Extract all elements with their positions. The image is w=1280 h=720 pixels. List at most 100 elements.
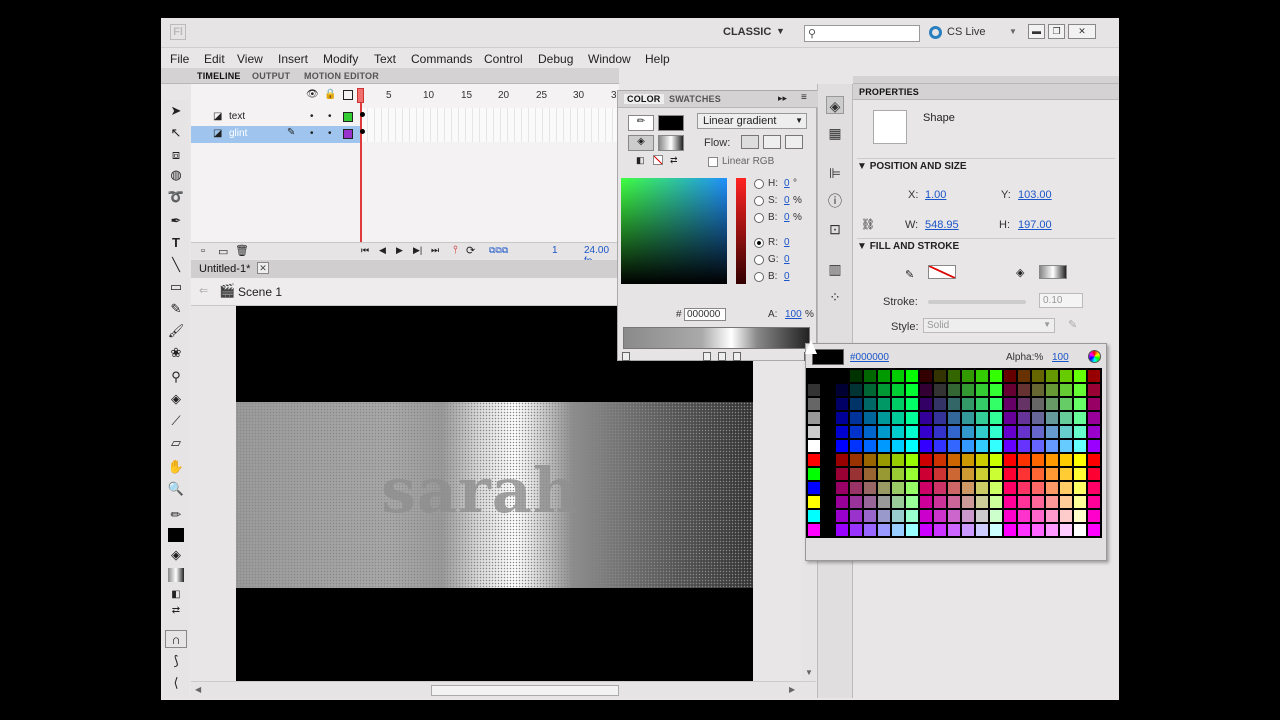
menu-insert[interactable]: Insert [278,52,308,66]
swatch-cell[interactable] [975,453,989,467]
swatch-cell[interactable] [849,411,863,425]
swatch-cell[interactable] [1045,495,1059,509]
swatch-cell[interactable] [821,495,835,509]
swatch-cell[interactable] [1017,523,1031,537]
swatch-cell[interactable] [863,439,877,453]
menu-window[interactable]: Window [588,52,631,66]
alpha-field[interactable]: 100 [785,309,802,320]
swatch-cell[interactable] [905,383,919,397]
swatch-cell[interactable] [975,411,989,425]
swatch-cell[interactable] [1031,523,1045,537]
panel-menu-icon[interactable]: ≡ [801,92,807,103]
stage[interactable]: sarah [236,306,753,681]
swatch-cell[interactable] [835,411,849,425]
swatch-cell[interactable] [807,439,821,453]
gradient-stop[interactable] [718,352,726,361]
keyframe[interactable] [360,129,365,134]
swatch-cell[interactable] [933,453,947,467]
swatch-cell[interactable] [905,453,919,467]
swatch-cell[interactable] [961,467,975,481]
flow-extend-button[interactable] [741,135,759,149]
swatch-cell[interactable] [1003,383,1017,397]
swatch-cell[interactable] [947,495,961,509]
swatch-cell[interactable] [891,397,905,411]
free-transform-tool-icon[interactable]: ⧈ [165,146,187,164]
no-color-icon[interactable] [653,155,663,165]
swatch-cell[interactable] [1031,453,1045,467]
swatch-cell[interactable] [1017,481,1031,495]
swatch-cell[interactable] [961,523,975,537]
swatch-cell[interactable] [835,495,849,509]
swatch-cell[interactable] [1059,411,1073,425]
swatch-cell[interactable] [961,411,975,425]
swatch-cell[interactable] [1003,369,1017,383]
transform-panel-icon[interactable]: ⊡ [826,220,844,238]
s-radio[interactable] [754,196,764,206]
swatch-cell[interactable] [989,467,1003,481]
swatch-cell[interactable] [877,523,891,537]
cs-live-label[interactable]: CS Live [947,26,986,38]
swatch-cell[interactable] [1017,453,1031,467]
swatch-cell[interactable] [1059,439,1073,453]
swatch-cell[interactable] [849,397,863,411]
minimize-button[interactable]: ▬ [1028,24,1045,39]
swatch-cell[interactable] [989,509,1003,523]
swatch-cell[interactable] [891,369,905,383]
swatch-cell[interactable] [1017,495,1031,509]
close-button[interactable]: ✕ [1068,24,1096,39]
swatch-cell[interactable] [1045,425,1059,439]
h-radio[interactable] [754,179,764,189]
swatches-panel-icon[interactable]: ▦ [826,124,844,142]
swatch-cell[interactable] [863,397,877,411]
swatch-cell[interactable] [1073,383,1087,397]
swatch-cell[interactable] [877,495,891,509]
swatch-cell[interactable] [933,439,947,453]
swatch-cell[interactable] [1045,369,1059,383]
swatch-cell[interactable] [1087,439,1101,453]
current-frame[interactable]: 1 [552,245,558,256]
swatch-cell[interactable] [1031,369,1045,383]
swatch-cell[interactable] [933,481,947,495]
position-size-header[interactable]: ▼ POSITION AND SIZE [857,158,1115,174]
swatch-cell[interactable] [947,523,961,537]
swatch-cell[interactable] [807,523,821,537]
swatch-cell[interactable] [1087,523,1101,537]
black-white-icon[interactable]: ◧ [636,155,645,166]
swatch-cell[interactable] [821,369,835,383]
flow-repeat-button[interactable] [785,135,803,149]
swatch-cell[interactable] [989,397,1003,411]
swatch-cell[interactable] [821,425,835,439]
swatch-cell[interactable] [1087,369,1101,383]
next-frame-icon[interactable]: ▶| [413,245,422,256]
swatch-cell[interactable] [877,369,891,383]
swatch-cell[interactable] [989,425,1003,439]
g-field[interactable]: 0 [784,254,790,265]
swatch-cell[interactable] [1045,509,1059,523]
hex-input[interactable]: 000000 [684,308,726,321]
tab-properties[interactable]: PROPERTIES [859,87,919,97]
swatch-cell[interactable] [933,509,947,523]
width-field[interactable]: 548.95 [925,219,959,231]
swatch-cell[interactable] [947,425,961,439]
g-radio[interactable] [754,255,764,265]
fill-type-select[interactable]: Linear gradient ▼ [697,113,807,129]
layer-name[interactable]: text [229,111,245,122]
swatch-cell[interactable] [821,383,835,397]
swatch-cell[interactable] [877,397,891,411]
swatch-cell[interactable] [919,481,933,495]
swatch-cell[interactable] [807,453,821,467]
brush-tool-icon[interactable]: 🖌 [165,322,187,340]
visibility-dot[interactable]: • [310,128,314,139]
swatch-cell[interactable] [835,439,849,453]
brightness-slider[interactable] [736,178,746,284]
swatch-cell[interactable] [821,453,835,467]
swatch-cell[interactable] [835,425,849,439]
menu-debug[interactable]: Debug [538,52,573,66]
swatch-cell[interactable] [1017,425,1031,439]
swatch-cell[interactable] [807,369,821,383]
swatch-cell[interactable] [1031,495,1045,509]
menu-view[interactable]: View [237,52,263,66]
delete-layer-icon[interactable]: 🗑 [235,244,249,257]
lasso-tool-icon[interactable]: ➰ [165,188,187,206]
swatch-cell[interactable] [989,411,1003,425]
